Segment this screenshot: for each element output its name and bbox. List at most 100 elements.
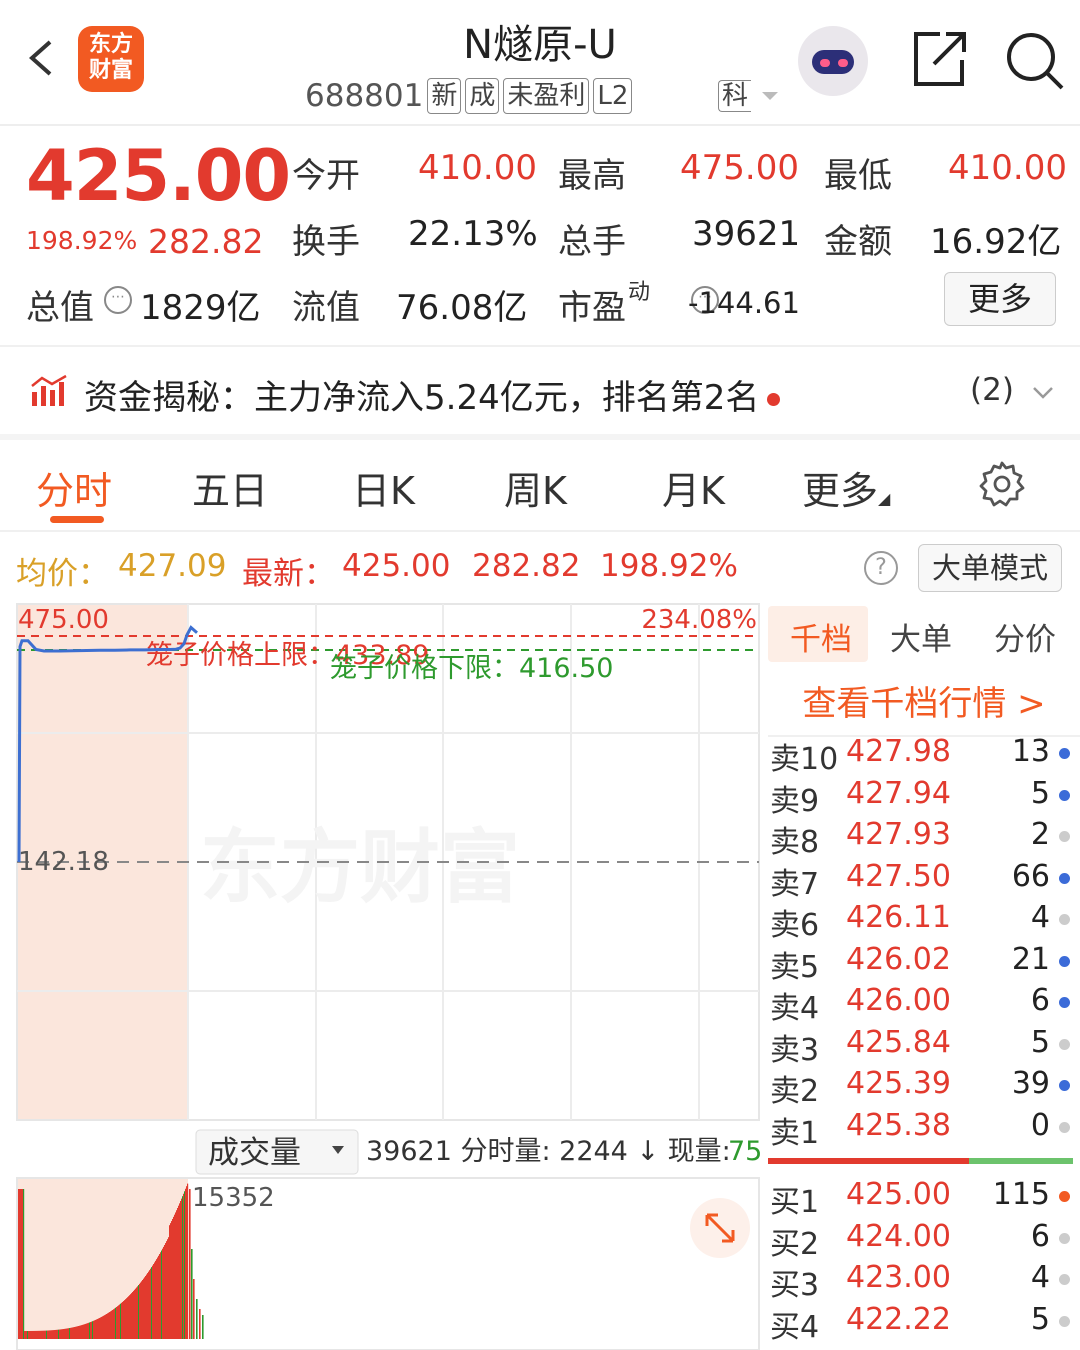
level-label: 卖3	[770, 1032, 820, 1068]
order-book-row[interactable]: 卖8 427.93 2	[770, 817, 1080, 860]
big-order-mode-button[interactable]: 大单模式	[918, 544, 1062, 592]
tab-week-k[interactable]: 周K	[504, 460, 567, 515]
level-label: 卖5	[770, 949, 820, 985]
level-dot-icon	[1059, 1232, 1070, 1244]
volume-max-label: 15352	[192, 1183, 275, 1213]
turnover-value: 22.13%	[408, 214, 538, 254]
tab-five-day[interactable]: 五日	[192, 460, 268, 515]
avg-price-value: 427.09	[118, 548, 227, 584]
fund-flow-banner[interactable]: 资金揭秘：主力净流入5.24亿元，排名第2名	[84, 370, 781, 419]
open-label: 今开	[292, 156, 360, 196]
float-label: 流值	[292, 288, 360, 328]
level-label: 买3	[770, 1268, 820, 1303]
caret-down-icon	[761, 92, 778, 100]
divider	[0, 345, 1080, 347]
volume-bar	[191, 1249, 193, 1339]
order-book-row[interactable]: 卖7 427.50 66	[770, 858, 1080, 902]
tab-intraday[interactable]: 分时	[36, 460, 112, 515]
order-book-row[interactable]: 卖6 426.11 4	[770, 900, 1080, 943]
fund-count-text: (2)	[970, 372, 1014, 408]
tab-more-label: 更多	[802, 469, 879, 513]
level-volume: 4	[1030, 900, 1050, 935]
level-label: 卖9	[770, 783, 820, 819]
order-book-row[interactable]: 卖10 427.98 13	[770, 734, 1080, 777]
back-arrow-icon[interactable]	[24, 40, 60, 76]
settings-gear-icon[interactable]	[978, 460, 1026, 508]
high-value: 475.00	[680, 148, 799, 188]
buy-ratio-segment	[768, 1158, 969, 1164]
base-price-label: 142.18	[18, 847, 109, 877]
tag-l2: L2	[593, 78, 633, 114]
more-dots-icon[interactable]: ⋯	[104, 286, 132, 314]
order-book-row[interactable]: 买1 425.00 115	[770, 1177, 1080, 1220]
order-book-row[interactable]: 卖3 425.84 5	[770, 1025, 1080, 1068]
level-volume: 0	[1030, 1107, 1050, 1143]
volume-bar	[193, 1279, 195, 1339]
share-icon[interactable]	[910, 30, 970, 90]
search-icon[interactable]	[1004, 30, 1066, 92]
tab-month-k[interactable]: 月K	[662, 460, 725, 515]
order-book-row[interactable]: 卖2 425.39 39	[770, 1066, 1080, 1109]
change-percent: 198.92%	[26, 226, 138, 255]
chevron-down-icon	[1032, 387, 1053, 399]
tag-component: 成	[465, 78, 500, 114]
tab-big-orders[interactable]: 大单	[890, 614, 952, 659]
help-icon[interactable]: ?	[864, 551, 898, 585]
board-selector[interactable]: 科	[718, 78, 780, 113]
level-label: 买1	[770, 1185, 820, 1220]
assistant-avatar-icon[interactable]	[798, 26, 868, 96]
logo-text-2: 财富	[88, 58, 133, 83]
volume-summary: 39621 分时量: 2244 ↓ 现量:	[366, 1136, 731, 1167]
mktcap-label: 总值	[26, 288, 94, 328]
level-dot-icon	[1059, 955, 1070, 967]
volume-bar	[196, 1299, 198, 1339]
level-label: 卖10	[770, 742, 839, 777]
level-price: 423.00	[846, 1260, 951, 1295]
level-price: 425.00	[846, 1177, 951, 1212]
order-book-row[interactable]: 卖1 425.38 0	[770, 1107, 1080, 1151]
volume-bar	[199, 1309, 201, 1339]
robot-eye-left	[820, 59, 830, 67]
level-volume: 6	[1030, 1218, 1050, 1254]
volume-bar	[202, 1315, 204, 1339]
buy-sell-ratio-bar	[768, 1158, 1073, 1164]
volume-bar	[23, 1189, 25, 1339]
level-price: 427.50	[846, 858, 951, 894]
more-quote-button[interactable]: 更多	[944, 272, 1056, 326]
order-book-row[interactable]: 买4 422.22 5	[770, 1302, 1080, 1345]
level-label: 卖4	[770, 991, 820, 1026]
logo-text-1: 东方	[88, 32, 133, 57]
tab-price-distribution[interactable]: 分价	[994, 614, 1056, 659]
intraday-chart[interactable]: 东方财富 475.00 234.08% 笼子价格上限：433.89 笼子价格下限…	[0, 598, 765, 1350]
volume-bar	[187, 1183, 189, 1339]
level-label: 卖8	[770, 825, 820, 860]
tab-more[interactable]: 更多◢	[802, 460, 890, 515]
order-book-row[interactable]: 买3 423.00 4	[770, 1260, 1080, 1303]
stock-code-row: 688801 新 成 未盈利 L2	[305, 76, 633, 116]
amount-label: 金额	[824, 222, 892, 262]
fund-flow-count[interactable]: (2)	[970, 372, 1054, 408]
view-thousand-levels-link[interactable]: 查看千档行情 >	[768, 676, 1080, 725]
order-book-row[interactable]: 买2 424.00 6	[770, 1218, 1080, 1262]
price-max-label: 475.00	[18, 605, 109, 635]
order-book-row[interactable]: 卖5 426.02 21	[770, 942, 1080, 985]
volume-selector-label: 成交量	[208, 1135, 301, 1171]
level-label: 卖2	[770, 1074, 820, 1109]
level-dot-icon	[1059, 789, 1070, 801]
order-book-row[interactable]: 卖4 426.00 6	[770, 983, 1080, 1026]
latest-label: 最新：	[242, 556, 335, 592]
low-label: 最低	[824, 156, 892, 196]
tab-day-k[interactable]: 日K	[352, 460, 415, 515]
level-dot-icon	[1059, 1080, 1070, 1091]
level-volume: 39	[1011, 1066, 1050, 1101]
level-dot-icon	[1059, 748, 1070, 759]
low-value: 410.00	[948, 148, 1067, 188]
sell-ratio-segment	[969, 1158, 1073, 1164]
level-volume: 115	[992, 1177, 1050, 1212]
level-dot-icon	[1059, 1191, 1070, 1202]
order-book-row[interactable]: 卖9 427.94 5	[770, 775, 1080, 819]
tab-thousand-levels[interactable]: 千档	[790, 614, 852, 659]
level-volume: 5	[1030, 775, 1050, 811]
level-volume: 6	[1030, 983, 1050, 1018]
stock-title: N燧原-U	[463, 22, 617, 68]
